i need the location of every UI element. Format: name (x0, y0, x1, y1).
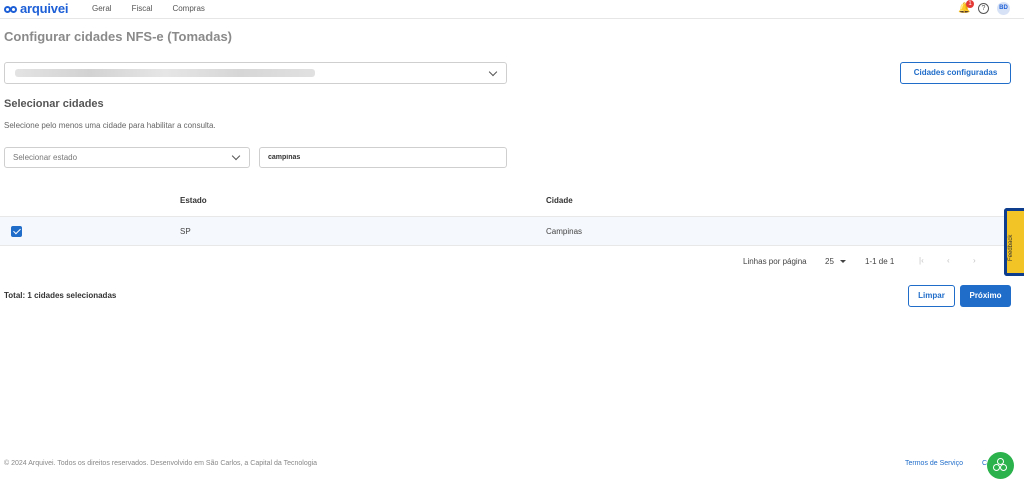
chat-logo-icon (1000, 464, 1007, 471)
state-select-placeholder: Selecionar estado (13, 153, 78, 162)
cities-configured-button[interactable]: Cidades configuradas (900, 62, 1011, 84)
company-name-redacted (15, 69, 315, 77)
main-nav: Geral Fiscal Compras (92, 4, 205, 13)
nav-item-compras[interactable]: Compras (172, 4, 204, 13)
chat-support-button[interactable] (987, 452, 1014, 479)
column-header-city[interactable]: Cidade (546, 196, 573, 205)
state-select[interactable]: Selecionar estado (4, 147, 250, 168)
top-bar: arquivei Geral Fiscal Compras 🔔 1 ? BD (0, 0, 1024, 19)
logo-text: arquivei (20, 1, 69, 16)
section-description: Selecione pelo menos uma cidade para hab… (4, 121, 216, 130)
first-page-icon[interactable]: |‹ (919, 256, 924, 265)
nav-item-geral[interactable]: Geral (92, 4, 112, 13)
total-selected: Total: 1 cidades selecionadas (4, 291, 117, 300)
city-search-input[interactable] (259, 147, 507, 168)
chevron-down-icon (488, 67, 498, 77)
rows-per-page-select[interactable]: 25 (825, 257, 834, 266)
page-title: Configurar cidades NFS-e (Tomadas) (4, 29, 233, 44)
footer-copyright: © 2024 Arquivei. Todos os direitos reser… (4, 460, 318, 467)
arquivei-logo[interactable]: arquivei (4, 2, 68, 16)
clear-button[interactable]: Limpar (908, 285, 955, 307)
nav-item-fiscal[interactable]: Fiscal (132, 4, 153, 13)
feedback-label: Feedback (1008, 234, 1014, 261)
cell-state: SP (180, 227, 191, 236)
notification-badge: 1 (966, 0, 974, 8)
cell-city: Campinas (546, 227, 583, 236)
feedback-tab[interactable]: Feedback (1004, 208, 1024, 276)
section-title: Selecionar cidades (4, 98, 104, 110)
column-header-state[interactable]: Estado (180, 196, 207, 205)
rows-per-page-label: Linhas por página (743, 257, 807, 266)
top-right-actions: 🔔 1 ? BD (958, 0, 1010, 15)
logo-mark-icon (4, 4, 18, 14)
chevron-down-icon (231, 151, 241, 161)
pagination-range: 1-1 de 1 (865, 257, 895, 266)
help-icon[interactable]: ? (978, 3, 989, 14)
previous-page-icon[interactable]: ‹ (947, 256, 950, 265)
notifications-bell-icon[interactable]: 🔔 1 (958, 0, 974, 15)
company-select[interactable] (4, 62, 507, 84)
terms-of-service-link[interactable]: Termos de Serviço (905, 460, 963, 467)
caret-down-icon[interactable] (840, 260, 846, 263)
chat-logo-icon (993, 464, 1000, 471)
table-row[interactable] (0, 216, 1024, 246)
avatar[interactable]: BD (997, 2, 1010, 15)
next-button[interactable]: Próximo (960, 285, 1011, 307)
row-checkbox[interactable] (11, 226, 22, 237)
next-page-icon[interactable]: › (973, 256, 976, 265)
